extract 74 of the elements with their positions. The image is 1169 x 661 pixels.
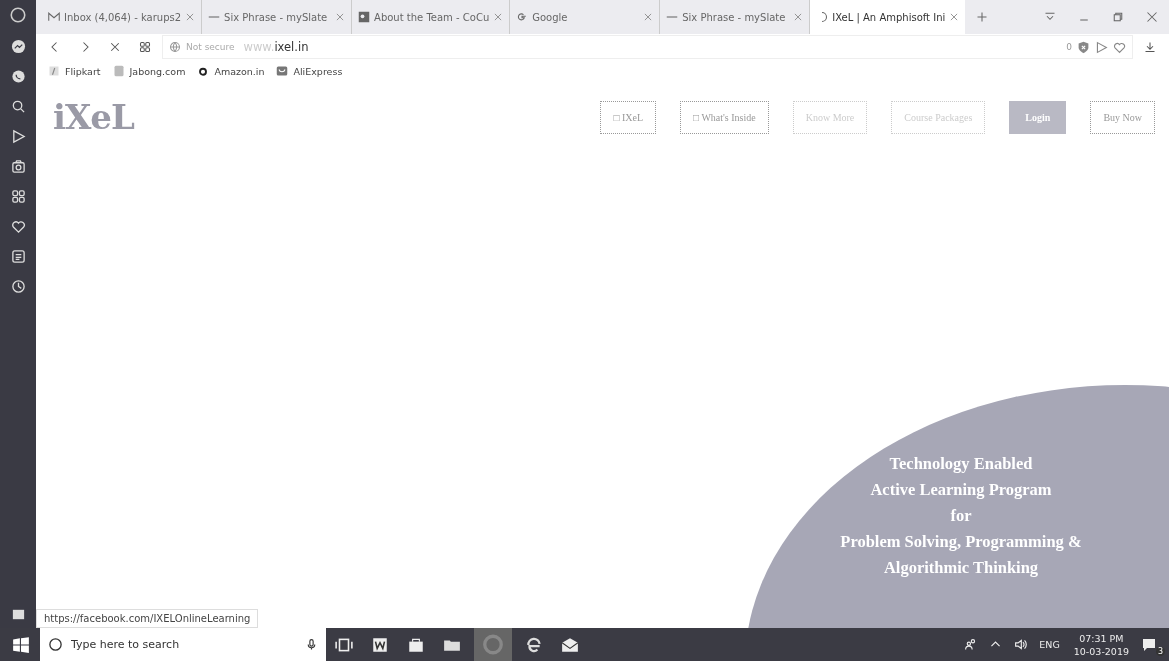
- volume-icon[interactable]: [1014, 638, 1028, 651]
- bookmark[interactable]: AliExpress: [276, 65, 343, 77]
- people-icon[interactable]: [964, 638, 978, 651]
- bookmark-favicon-icon: [276, 65, 289, 77]
- news-icon[interactable]: [10, 249, 26, 264]
- nav-button[interactable]: Buy Now: [1090, 100, 1155, 134]
- heart-icon[interactable]: [10, 219, 26, 234]
- browser-logo-icon[interactable]: [9, 6, 27, 24]
- tab-menu-icon[interactable]: [1044, 11, 1056, 23]
- browser-tab[interactable]: Inbox (4,064) - karups2: [42, 0, 203, 34]
- tab-title: Six Phrase - mySlate: [682, 11, 787, 23]
- tab-title: About the Team - CoCu: [374, 11, 490, 23]
- clock-icon[interactable]: [10, 279, 26, 294]
- whatsapp-icon[interactable]: [10, 69, 26, 84]
- stop-icon[interactable]: [109, 41, 121, 53]
- tab-title: Inbox (4,064) - karups2: [64, 11, 182, 23]
- grid-icon[interactable]: [10, 189, 26, 204]
- site-logo[interactable]: iXeL: [53, 100, 134, 134]
- cortana-icon: [40, 628, 67, 661]
- send-icon[interactable]: [10, 129, 26, 144]
- word-app-icon[interactable]: [371, 635, 389, 654]
- tab-title: Six Phrase - mySlate: [224, 11, 329, 23]
- notification-count: 3: [1155, 646, 1165, 656]
- download-icon[interactable]: [1144, 41, 1156, 53]
- speech-bubble-icon: [1141, 636, 1157, 653]
- bookmark-favicon-icon: [48, 65, 60, 77]
- close-icon[interactable]: [643, 12, 654, 22]
- close-icon[interactable]: [493, 12, 504, 22]
- taskbar-search-field[interactable]: Type here to search: [67, 628, 297, 661]
- hero-text-line: Technology Enabled: [889, 454, 1033, 474]
- hero-text-line: Active Learning Program: [870, 480, 1052, 500]
- team-icon: [358, 11, 371, 23]
- blocked-count: 0: [1066, 42, 1072, 52]
- new-tab-icon[interactable]: [976, 11, 989, 23]
- close-icon[interactable]: [793, 12, 804, 22]
- close-icon[interactable]: [335, 12, 346, 22]
- browser-tab[interactable]: Six Phrase - mySlate: [202, 0, 353, 34]
- hero-text-line: for: [950, 506, 972, 526]
- hero-text-line: Algorithmic Thinking: [883, 558, 1039, 578]
- language-indicator[interactable]: ENG: [1039, 639, 1060, 650]
- bookmark-favicon-icon: [197, 65, 210, 77]
- notifications-button[interactable]: 3: [1141, 633, 1163, 656]
- restore-icon[interactable]: [1112, 11, 1124, 23]
- close-icon[interactable]: [1146, 11, 1158, 23]
- windows-start-icon[interactable]: [12, 635, 30, 654]
- bookmark[interactable]: Jabong.com: [112, 65, 186, 77]
- tab-title: Google: [532, 11, 569, 23]
- google-icon: [516, 11, 529, 23]
- bookmark[interactable]: Flipkart: [48, 65, 101, 77]
- heart-icon[interactable]: [1113, 40, 1126, 54]
- status-url: https://facebook.com/IXELOnlineLearning: [36, 609, 259, 628]
- security-label: Not secure: [186, 42, 235, 52]
- search-icon[interactable]: [10, 99, 26, 114]
- send-icon[interactable]: [1095, 40, 1108, 54]
- shield-icon[interactable]: [1077, 40, 1090, 54]
- browser-tab[interactable]: Google: [510, 0, 661, 34]
- bookmark-favicon-icon: [112, 65, 125, 77]
- globe-icon: [169, 41, 181, 53]
- mail-icon: [48, 11, 60, 23]
- grid-icon[interactable]: [139, 41, 151, 53]
- close-icon[interactable]: [949, 12, 960, 22]
- clock[interactable]: 07:31 PM 10-03-2019: [1073, 631, 1129, 658]
- nav-button[interactable]: □ What's Inside: [680, 100, 769, 134]
- nav-button[interactable]: □ IXeL: [600, 100, 657, 134]
- browser-tab[interactable]: IXeL | An Amphisoft Ini: [810, 0, 966, 34]
- close-icon[interactable]: [185, 12, 196, 22]
- hero-text-line: Problem Solving, Programming &: [840, 532, 1082, 552]
- browser-tab[interactable]: About the Team - CoCu: [352, 0, 511, 34]
- sidebar-toggle-icon[interactable]: [10, 607, 26, 622]
- bookmark[interactable]: Amazon.in: [197, 65, 265, 77]
- tab-title: IXeL | An Amphisoft Ini: [832, 11, 946, 23]
- edge-browser-icon[interactable]: [525, 635, 543, 654]
- camera-icon[interactable]: [10, 159, 26, 174]
- messenger-icon[interactable]: [10, 39, 26, 54]
